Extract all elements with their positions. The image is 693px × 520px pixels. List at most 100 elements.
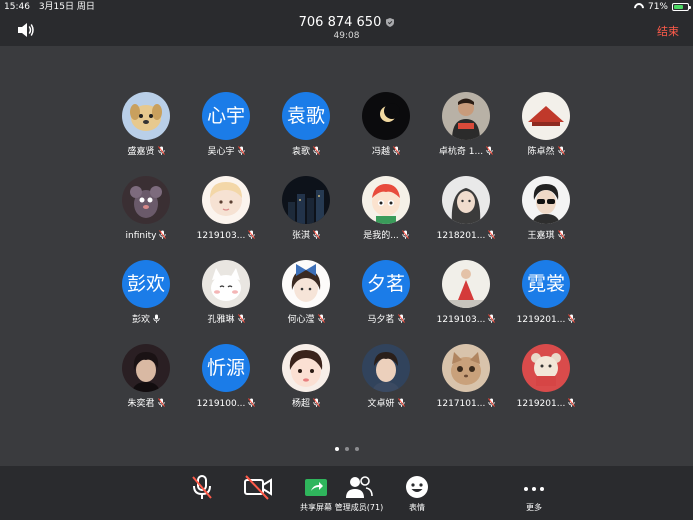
participant-name: 1219103...	[196, 231, 246, 241]
mic-muted-icon	[317, 314, 325, 323]
mic-muted-icon	[401, 230, 409, 239]
meeting-header: 706 874 650 49:08 结束	[0, 14, 693, 46]
status-date: 3月15日 周日	[38, 2, 95, 12]
participant-label: 卓杭奇 1...	[426, 146, 506, 158]
mic-muted-icon	[157, 398, 165, 407]
participant-name: infinity	[125, 231, 157, 241]
avatar	[282, 176, 330, 224]
participant-tile[interactable]: 彭欢 彭欢	[106, 260, 186, 330]
participant-tile[interactable]: 忻源 1219100...	[186, 344, 266, 414]
avatar	[442, 344, 490, 392]
mic-muted-icon	[557, 230, 565, 239]
shield-icon[interactable]	[386, 18, 395, 27]
participant-tile[interactable]: 孔雅琳	[186, 260, 266, 330]
mic-muted-icon	[486, 146, 493, 155]
avatar-initials: 彭欢	[122, 260, 170, 308]
mic-muted-icon	[237, 314, 245, 323]
participant-tile[interactable]: 1218201...	[426, 176, 506, 246]
participant-tile[interactable]: 朱奕君	[106, 344, 186, 414]
participant-label: 袁歌	[266, 146, 346, 158]
meeting-id[interactable]: 706 874 650	[299, 15, 382, 31]
participant-tile[interactable]: 袁歌 袁歌	[266, 92, 346, 162]
mic-muted-icon	[568, 314, 576, 323]
mic-muted-icon	[557, 146, 565, 155]
participant-label: 孔雅琳	[186, 314, 266, 326]
participant-tile[interactable]: infinity	[106, 176, 186, 246]
page-dot[interactable]	[354, 447, 359, 451]
end-meeting-button[interactable]: 结束	[657, 23, 679, 39]
participant-name: 1218201...	[436, 231, 486, 241]
participant-tile[interactable]: 文卓妍	[346, 344, 426, 414]
participant-tile[interactable]: 卓杭奇 1...	[426, 92, 506, 162]
more-icon	[524, 487, 544, 491]
avatar	[362, 92, 410, 140]
battery-icon	[672, 3, 691, 11]
mic-on-icon	[153, 314, 160, 323]
avatar	[442, 260, 490, 308]
participant-tile[interactable]: 冯越	[346, 92, 426, 162]
page-indicator[interactable]	[0, 447, 693, 453]
participant-tile[interactable]: 是我的...	[346, 176, 426, 246]
mic-muted-icon	[393, 146, 400, 155]
avatar-initials: 夕茗	[362, 260, 410, 308]
participant-tile[interactable]: 杨超	[266, 344, 346, 414]
participant-name: 1219103...	[436, 315, 486, 325]
participant-tile[interactable]: 1219103...	[426, 260, 506, 330]
share-screen-icon	[305, 479, 327, 496]
participant-label: 张淇	[266, 230, 346, 242]
avatar	[522, 344, 570, 392]
mic-muted-icon	[248, 398, 256, 407]
participant-tile[interactable]: 盛嘉贤	[106, 92, 186, 162]
participant-tile[interactable]: 陈卓然	[506, 92, 586, 162]
participant-tile[interactable]: 心宇 吴心宇	[186, 92, 266, 162]
participant-label: 1218201...	[426, 230, 506, 242]
participant-name: 杨超	[291, 399, 310, 409]
avatar	[522, 176, 570, 224]
mic-muted-icon	[313, 146, 320, 155]
participant-name: 1217101...	[436, 399, 486, 409]
participant-label: 1219201...	[506, 398, 586, 410]
participant-label: 1219201...	[506, 314, 586, 326]
participant-tile[interactable]: 霓裳 1219201...	[506, 260, 586, 330]
participant-name: 文卓妍	[367, 399, 395, 409]
battery-fill	[674, 5, 684, 9]
participant-tile[interactable]: 王嘉琪	[506, 176, 586, 246]
mic-muted-icon	[397, 314, 405, 323]
participant-label: infinity	[106, 230, 186, 242]
mic-muted-icon	[488, 230, 496, 239]
status-bar: 15:46 3月15日 周日 71%	[0, 0, 693, 14]
participant-name: 1219100...	[196, 399, 246, 409]
participant-tile[interactable]: 1219103...	[186, 176, 266, 246]
avatar	[122, 92, 170, 140]
mic-muted-icon	[313, 398, 320, 407]
page-dot[interactable]	[334, 447, 339, 451]
participant-tile[interactable]: 张淇	[266, 176, 346, 246]
participant-name: 盛嘉贤	[127, 147, 155, 157]
participant-tile[interactable]: 何心滢	[266, 260, 346, 330]
participant-name: 卓杭奇 1...	[438, 147, 484, 157]
participant-label: 彭欢	[106, 314, 186, 326]
avatar	[282, 344, 330, 392]
participant-tile[interactable]: 1219201...	[506, 344, 586, 414]
participant-tile[interactable]: 夕茗马夕茗	[346, 260, 426, 330]
avatar	[282, 260, 330, 308]
avatar	[202, 260, 250, 308]
meeting-timer: 49:08	[333, 31, 360, 41]
page-dot[interactable]	[344, 447, 349, 451]
participant-name: 何心滢	[287, 315, 315, 325]
participant-name: 袁歌	[291, 147, 310, 157]
members-icon	[346, 476, 373, 498]
participant-label: 文卓妍	[346, 398, 426, 410]
avatar	[442, 92, 490, 140]
participant-label: 1219103...	[426, 314, 506, 326]
participant-name: 马夕茗	[367, 315, 395, 325]
participant-label: 马夕茗	[346, 314, 426, 326]
participant-tile[interactable]: 1217101...	[426, 344, 506, 414]
participant-name: 吴心宇	[207, 147, 235, 157]
meeting-id-row: 706 874 650	[0, 15, 693, 31]
participant-name: 陈卓然	[527, 147, 555, 157]
mic-muted-icon	[488, 398, 496, 407]
participant-label: 1217101...	[426, 398, 506, 410]
participant-label: 何心滢	[266, 314, 346, 326]
mic-muted-icon	[192, 475, 212, 499]
